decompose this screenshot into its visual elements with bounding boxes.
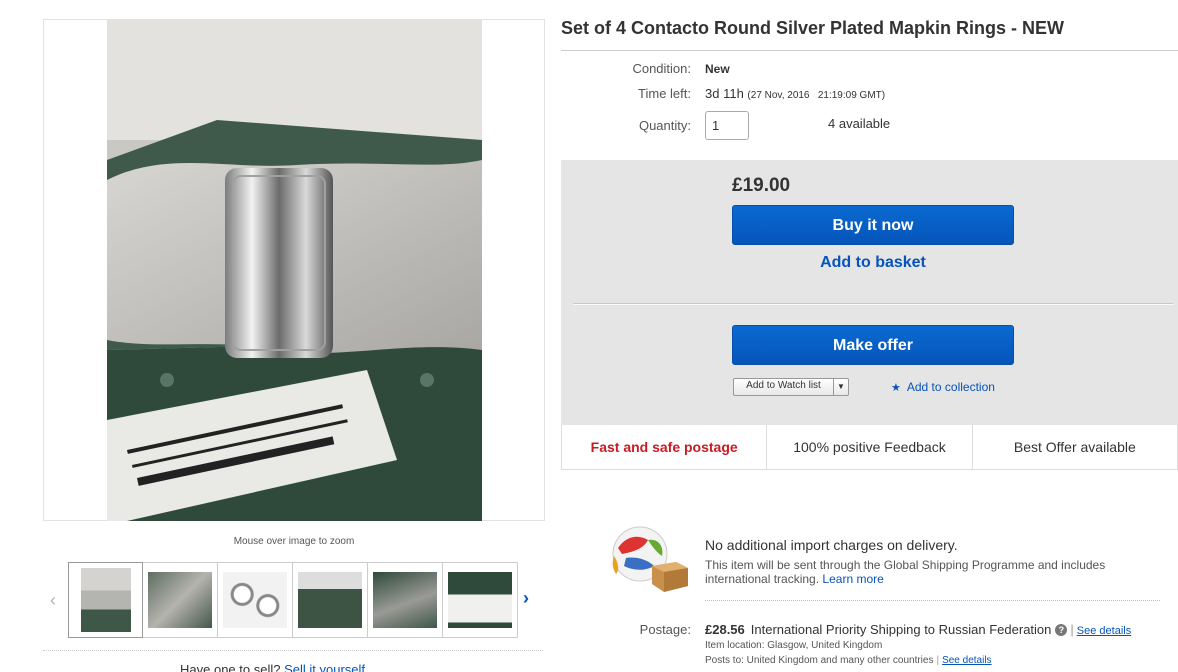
item-title: Set of 4 Contacto Round Silver Plated Ma… xyxy=(561,18,1065,38)
condition-value: New xyxy=(705,62,730,76)
gsp-title: No additional import charges on delivery… xyxy=(705,537,958,553)
global-shipping-globe-icon xyxy=(612,526,688,592)
thumbnail-5[interactable] xyxy=(368,562,443,638)
see-details-link[interactable]: See details xyxy=(1077,625,1131,637)
add-to-collection-link[interactable]: ★ Add to collection xyxy=(891,380,995,394)
make-offer-button[interactable]: Make offer xyxy=(732,325,1014,365)
thumbnail-3[interactable] xyxy=(218,562,293,638)
badge-best-offer: Best Offer available xyxy=(971,425,1177,469)
star-icon: ★ xyxy=(891,382,901,394)
postage-service: International Priority Shipping to Russi… xyxy=(750,622,1052,637)
add-to-basket-link[interactable]: Add to basket xyxy=(732,254,1014,272)
condition-label: Condition: xyxy=(632,61,691,76)
watch-list-label: Add to Watch list xyxy=(734,379,834,395)
thumbnail-2[interactable] xyxy=(143,562,218,638)
sell-yours-row: Have one to sell? Sell it yourself xyxy=(180,662,365,672)
see-details-link-2[interactable]: See details xyxy=(942,655,991,666)
available-count: 4 available xyxy=(828,116,891,131)
divider xyxy=(705,600,1160,601)
help-icon[interactable]: ? xyxy=(1055,624,1068,636)
zoom-hint: Mouse over image to zoom xyxy=(233,536,355,547)
divider xyxy=(573,303,1173,304)
postage-line: £28.56 International Priority Shipping to… xyxy=(705,622,1131,637)
buy-box xyxy=(561,160,1178,425)
quantity-label: Quantity: xyxy=(638,118,691,133)
thumbnail-4[interactable] xyxy=(293,562,368,638)
main-image-frame[interactable] xyxy=(43,19,545,521)
add-to-watch-list-button[interactable]: Add to Watch list ▼ xyxy=(733,378,849,396)
chevron-left-icon[interactable]: ‹ xyxy=(50,590,56,611)
price: £19.00 xyxy=(732,175,791,196)
badge-positive-feedback: 100% positive Feedback xyxy=(766,425,971,469)
postage-label: Postage: xyxy=(639,622,691,637)
divider xyxy=(561,50,1178,51)
posts-to: Posts to: United Kingdom and many other … xyxy=(705,655,934,666)
add-collection-label: Add to collection xyxy=(906,380,995,394)
time-left-end: (27 Nov, 2016 21:19:09 GMT) xyxy=(747,90,886,101)
posts-to-line: Posts to: United Kingdom and many other … xyxy=(705,655,992,666)
badge-fast-postage: Fast and safe postage xyxy=(590,439,738,455)
main-product-photo[interactable] xyxy=(107,20,482,521)
item-location: Item location: Glasgow, United Kingdom xyxy=(705,640,883,651)
time-left-value: 3d 11h (27 Nov, 2016 21:19:09 GMT) xyxy=(705,86,885,101)
thumbnail-1[interactable] xyxy=(68,562,143,638)
chevron-down-icon[interactable]: ▼ xyxy=(834,379,848,395)
separator: | xyxy=(1070,622,1074,637)
divider xyxy=(43,650,543,651)
sell-it-yourself-link[interactable]: Sell it yourself xyxy=(284,662,365,672)
quantity-input[interactable] xyxy=(705,111,749,140)
postage-amount: £28.56 xyxy=(705,622,745,637)
trust-badges: Fast and safe postage 100% positive Feed… xyxy=(561,425,1178,470)
gsp-description: This item will be sent through the Globa… xyxy=(705,558,1145,586)
thumbnail-strip xyxy=(68,562,518,638)
buy-it-now-button[interactable]: Buy it now xyxy=(732,205,1014,245)
time-left-countdown: 3d 11h xyxy=(705,86,744,101)
separator: | xyxy=(936,655,940,666)
chevron-right-icon[interactable]: › xyxy=(523,588,529,609)
time-left-label: Time left: xyxy=(638,86,691,101)
learn-more-link[interactable]: Learn more xyxy=(822,572,883,586)
thumbnail-6[interactable] xyxy=(443,562,518,638)
sell-prompt: Have one to sell? xyxy=(180,662,281,672)
gsp-text: This item will be sent through the Globa… xyxy=(705,558,1106,586)
